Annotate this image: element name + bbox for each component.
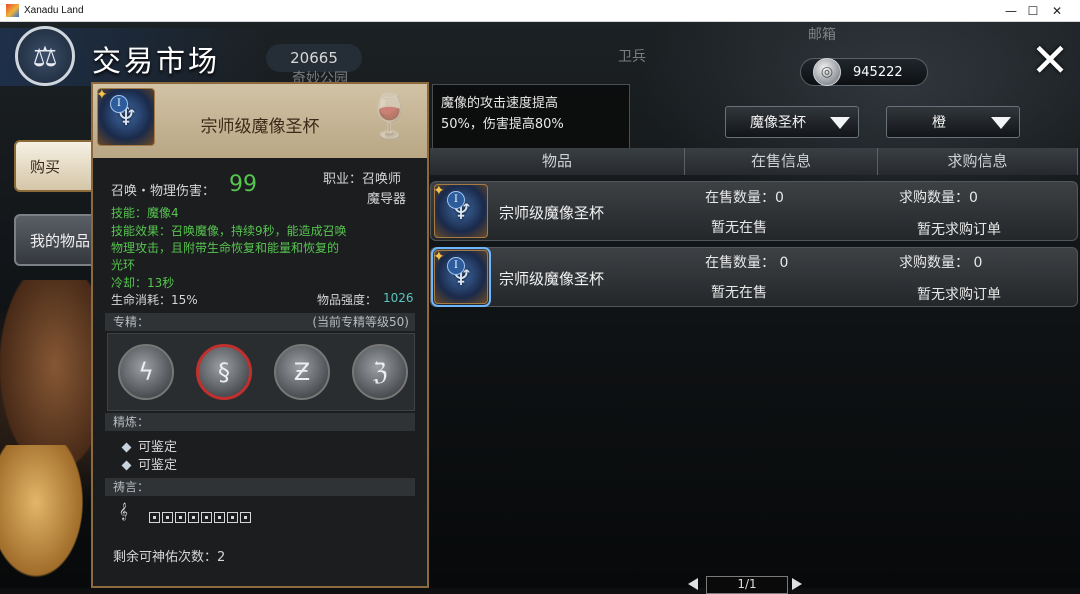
- skill-effect-line-3: 光环: [111, 258, 136, 272]
- tier-badge: I: [447, 191, 465, 209]
- remaining-blessings: 剩余可神佑次数：2: [113, 550, 226, 565]
- skill-name: 技能：魔像4: [111, 206, 179, 220]
- window-title: Xanadu Land: [24, 5, 84, 16]
- table-row[interactable]: ✦ I ♆ 宗师级魔像圣杯 在售数量：0 暂无在售 求购数量：0 暂无求购订单: [430, 181, 1078, 241]
- background-mailbox-label: 邮箱: [808, 27, 836, 43]
- goblet-watermark-icon: 🍷: [362, 91, 417, 142]
- item-type-dropdown[interactable]: 魔像圣杯: [725, 106, 859, 138]
- mastery-options: ϟ § Ƶ ℨ: [107, 333, 415, 411]
- skill-effect-line-2: 物理攻击，且附带生命恢复和能量和恢复的: [111, 241, 340, 255]
- mastery-option-2-icon[interactable]: §: [196, 344, 252, 400]
- refine-section: 精炼：: [105, 413, 415, 431]
- coin-icon: ◎: [813, 58, 841, 86]
- socket-icon: [162, 512, 173, 523]
- column-header-item: 物品: [430, 148, 685, 175]
- row-sale-status: 暂无在售: [711, 220, 767, 236]
- row-buy-count: 求购数量： 0: [899, 255, 983, 271]
- class-line-1: 职业：召唤师: [323, 172, 402, 187]
- mastery-level: (当前专精等级50): [312, 315, 409, 329]
- item-thumbnail: ✦ I ♆: [433, 183, 488, 238]
- diamond-icon: [121, 460, 132, 471]
- tooltip-header: ✦ I ♆ 宗师级魔像圣杯 🍷: [93, 84, 427, 158]
- mastery-label: 专精：: [113, 315, 150, 329]
- socket-icon: [201, 512, 212, 523]
- row-sale-count: 在售数量： 0: [705, 255, 789, 271]
- item-thumbnail-selected: ✦ I ♆: [431, 247, 491, 307]
- socket-icon: [188, 512, 199, 523]
- socket-icon: [175, 512, 186, 523]
- app-icon: [6, 4, 19, 17]
- npc-girl-art: [0, 445, 90, 588]
- strength-value: 1026: [383, 291, 414, 305]
- item-tooltip: ✦ I ♆ 宗师级魔像圣杯 🍷 召唤・物理伤害： 99 职业：召唤师 魔导器 技…: [91, 82, 429, 588]
- refine-label: 精炼：: [113, 415, 150, 429]
- damage-label: 召唤・物理伤害：: [111, 184, 216, 199]
- prayer-section: 祷言：: [105, 478, 415, 496]
- prayer-sockets: [149, 508, 253, 527]
- row-buy-status: 暂无求购订单: [917, 287, 1001, 303]
- hp-cost: 生命消耗：15%: [111, 293, 198, 307]
- currency-display: ◎ 945222: [800, 58, 928, 86]
- prayer-label: 祷言：: [113, 480, 150, 494]
- star-icon: ✦: [433, 183, 445, 199]
- window-close-button[interactable]: ✕: [1034, 0, 1080, 21]
- mastery-option-1-icon[interactable]: ϟ: [118, 344, 174, 400]
- close-market-button[interactable]: ✕: [1028, 37, 1072, 83]
- quality-value: 橙: [932, 115, 946, 131]
- item-type-value: 魔像圣杯: [750, 115, 806, 131]
- quality-dropdown[interactable]: 橙: [886, 106, 1020, 138]
- socket-icon: [240, 512, 251, 523]
- currency-value: 945222: [853, 64, 903, 80]
- star-icon: ✦: [433, 249, 445, 265]
- chevron-down-icon: [830, 117, 850, 129]
- skill-effect-line-1: 技能效果：召唤魔像，持续9秒，能造成召唤: [111, 224, 347, 238]
- prev-page-icon[interactable]: [688, 578, 698, 590]
- row-item-name: 宗师级魔像圣杯: [499, 270, 605, 288]
- page-indicator: 1/1: [706, 576, 788, 594]
- mastery-section: 专精： (当前专精等级50): [105, 313, 415, 331]
- class-line-2: 魔导器: [367, 192, 407, 207]
- next-page-icon[interactable]: [792, 578, 802, 590]
- row-item-name: 宗师级魔像圣杯: [499, 204, 605, 222]
- mastery-option-3-icon[interactable]: Ƶ: [274, 344, 330, 400]
- column-header-buy-orders: 求购信息: [878, 148, 1078, 175]
- chevron-down-icon: [991, 117, 1011, 129]
- description-line-1: 魔像的攻击速度提高: [441, 96, 559, 111]
- row-buy-status: 暂无求购订单: [917, 222, 1001, 238]
- row-sale-status: 暂无在售: [711, 285, 767, 301]
- mastery-option-4-icon[interactable]: ℨ: [352, 344, 408, 400]
- item-description-panel: 魔像的攻击速度提高 50%，伤害提高80%: [432, 84, 630, 156]
- damage-value: 99: [229, 172, 257, 197]
- row-sale-count: 在售数量：0: [705, 190, 784, 206]
- row-buy-count: 求购数量：0: [899, 190, 978, 206]
- star-icon: ✦: [96, 87, 108, 103]
- socket-icon: [149, 512, 160, 523]
- tier-badge: I: [447, 257, 465, 275]
- refine-item: 可鉴定: [121, 454, 177, 473]
- strength-label: 物品强度：: [317, 293, 378, 307]
- table-row[interactable]: ✦ I ♆ 宗师级魔像圣杯 在售数量： 0 暂无在售 求购数量： 0 暂无求购订…: [430, 247, 1078, 307]
- socket-icon: [227, 512, 238, 523]
- cooldown: 冷却：13秒: [111, 276, 175, 290]
- tier-badge: I: [110, 95, 128, 113]
- column-header-on-sale: 在售信息: [685, 148, 878, 175]
- description-line-2: 50%，伤害提高80%: [441, 117, 564, 132]
- background-guard-label: 卫兵: [618, 49, 646, 65]
- diamond-icon: [121, 442, 132, 453]
- socket-icon: [214, 512, 225, 523]
- prayer-rune-icon: 𝄞: [119, 502, 128, 520]
- window-titlebar: Xanadu Land — ☐ ✕: [0, 0, 1080, 22]
- refine-item: 可鉴定: [121, 436, 177, 455]
- page-title: 交易市场: [92, 44, 221, 78]
- scales-icon: ⚖: [15, 26, 75, 86]
